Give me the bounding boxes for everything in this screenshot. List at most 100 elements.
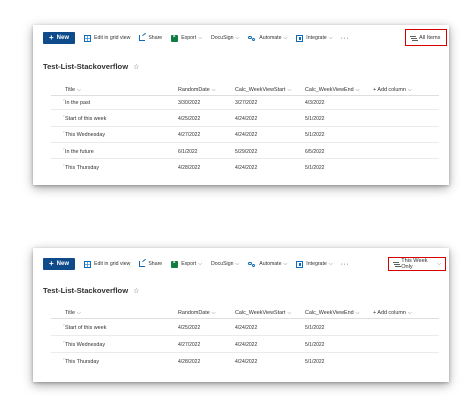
- row-weekstart: 3/27/2022: [235, 100, 258, 106]
- excel-icon: [171, 259, 179, 268]
- row-randomdate: 4/27/2022: [178, 342, 201, 348]
- docusign-button[interactable]: DocuSign ⌵: [211, 261, 239, 267]
- row-title[interactable]: ⌐ In the future: [63, 147, 94, 155]
- row-randomdate: 4/25/2022: [178, 116, 201, 122]
- row-divider: [51, 142, 439, 143]
- row-randomdate: 4/28/2022: [178, 165, 201, 171]
- row-title[interactable]: ⌐ This Wednesday: [63, 340, 105, 348]
- chevron-down-icon: ⌵: [437, 261, 441, 267]
- row-weekend: 5/1/2022: [305, 165, 325, 171]
- row-title[interactable]: ⌐ This Thursday: [63, 163, 99, 171]
- row-title[interactable]: ⌐ In the past: [63, 98, 90, 106]
- chevron-down-icon: ⌵: [235, 35, 240, 41]
- command-bar: + New Edit in grid view Share Export ⌵ D…: [43, 31, 443, 45]
- add-column-button[interactable]: + Add column ⌵: [373, 87, 412, 93]
- view-selector[interactable]: All Items: [405, 29, 447, 46]
- row-weekstart: 4/24/2022: [235, 342, 258, 348]
- row-weekstart: 4/24/2022: [235, 359, 258, 365]
- view-list-icon: [393, 261, 400, 267]
- table-row[interactable]: ⌐ In the future 6/1/2022 5/29/2022 6/5/20…: [33, 147, 449, 155]
- add-column-button[interactable]: + Add column ⌵: [373, 310, 412, 316]
- chevron-down-icon: ⌵: [198, 261, 202, 267]
- row-title[interactable]: ⌐ Start of this week: [63, 114, 106, 122]
- share-icon: [139, 261, 146, 267]
- row-weekend: 5/1/2022: [305, 342, 325, 348]
- automate-icon: [248, 35, 256, 42]
- column-header-weekend[interactable]: Calc_WeekViewEnd ⌵: [305, 87, 359, 93]
- grid-icon: [84, 34, 92, 42]
- row-randomdate: 3/30/2022: [178, 100, 201, 106]
- chevron-down-icon: ⌵: [328, 261, 333, 267]
- export-button[interactable]: Export ⌵: [171, 259, 202, 268]
- column-header-randomdate[interactable]: RandomDate ⌵: [178, 310, 216, 316]
- automate-button[interactable]: Automate ⌵: [248, 35, 287, 42]
- row-weekstart: 4/24/2022: [235, 165, 258, 171]
- automate-button[interactable]: Automate ⌵: [248, 261, 287, 268]
- edit-grid-view-button[interactable]: Edit in grid view: [84, 34, 130, 42]
- column-header-title[interactable]: Title ⌵: [65, 310, 81, 316]
- chevron-down-icon: ⌵: [328, 35, 333, 41]
- new-button[interactable]: + New: [43, 32, 76, 44]
- row-randomdate: 4/28/2022: [178, 359, 201, 365]
- more-options-button[interactable]: ···: [341, 261, 350, 268]
- grid-icon: [84, 260, 92, 268]
- row-randomdate: 4/25/2022: [178, 325, 201, 331]
- row-weekend: 6/5/2022: [305, 149, 325, 155]
- chevron-down-icon: ⌵: [283, 261, 288, 267]
- more-options-button[interactable]: ···: [341, 35, 350, 42]
- row-randomdate: 4/27/2022: [178, 132, 201, 138]
- column-header-title[interactable]: Title ⌵: [65, 87, 81, 93]
- row-title[interactable]: ⌐ This Wednesday: [63, 130, 105, 138]
- table-row[interactable]: ⌐ Start of this week 4/25/2022 4/24/2022 …: [33, 323, 449, 331]
- integrate-icon: [296, 260, 304, 268]
- column-header-weekstart[interactable]: Calc_WeekViewStart ⌵: [235, 310, 291, 316]
- favorite-star-icon[interactable]: ☆: [133, 287, 139, 295]
- row-randomdate: 6/1/2022: [178, 149, 198, 155]
- docusign-button[interactable]: DocuSign ⌵: [211, 35, 239, 41]
- row-divider: [51, 109, 439, 110]
- new-button[interactable]: + New: [43, 258, 76, 270]
- row-weekstart: 5/29/2022: [235, 149, 258, 155]
- row-divider: [51, 335, 439, 336]
- table-row[interactable]: ⌐ This Thursday 4/28/2022 4/24/2022 5/1/2…: [33, 163, 449, 171]
- row-weekend: 5/1/2022: [305, 132, 325, 138]
- share-button[interactable]: Share: [139, 261, 162, 267]
- row-title[interactable]: ⌐ Start of this week: [63, 323, 106, 331]
- automate-icon: [248, 261, 256, 268]
- excel-icon: [171, 33, 179, 42]
- header-divider: [51, 95, 439, 96]
- row-weekstart: 4/24/2022: [235, 116, 258, 122]
- integrate-button[interactable]: Integrate ⌵: [296, 34, 333, 42]
- chevron-down-icon: ⌵: [283, 35, 288, 41]
- row-weekend: 5/1/2022: [305, 359, 325, 365]
- share-icon: [139, 35, 146, 41]
- edit-grid-view-button[interactable]: Edit in grid view: [84, 260, 130, 268]
- list-title: Test-List-Stackoverflow ☆: [43, 286, 140, 295]
- row-title[interactable]: ⌐ This Thursday: [63, 357, 99, 365]
- table-row[interactable]: ⌐ This Wednesday 4/27/2022 4/24/2022 5/1/…: [33, 130, 449, 138]
- table-row[interactable]: ⌐ This Wednesday 4/27/2022 4/24/2022 5/1/…: [33, 340, 449, 348]
- share-button[interactable]: Share: [139, 35, 162, 41]
- row-weekstart: 4/24/2022: [235, 132, 258, 138]
- chevron-down-icon: ⌵: [235, 261, 240, 267]
- row-weekend: 5/1/2022: [305, 325, 325, 331]
- table-row[interactable]: ⌐ In the past 3/30/2022 3/27/2022 4/3/202…: [33, 98, 449, 106]
- table-row[interactable]: ⌐ This Thursday 4/28/2022 4/24/2022 5/1/2…: [33, 357, 449, 365]
- favorite-star-icon[interactable]: ☆: [133, 63, 139, 71]
- row-divider: [51, 126, 439, 127]
- plus-icon: +: [49, 33, 54, 42]
- view-list-icon: [410, 35, 416, 41]
- table-row[interactable]: ⌐ Start of this week 4/25/2022 4/24/2022 …: [33, 114, 449, 122]
- column-header-weekend[interactable]: Calc_WeekViewEnd ⌵: [305, 310, 359, 316]
- plus-icon: +: [49, 259, 54, 268]
- integrate-icon: [296, 34, 304, 42]
- column-header-weekstart[interactable]: Calc_WeekViewStart ⌵: [235, 87, 291, 93]
- integrate-button[interactable]: Integrate ⌵: [296, 260, 333, 268]
- export-button[interactable]: Export ⌵: [171, 33, 202, 42]
- list-panel-this-week-only: + New Edit in grid view Share Export ⌵ D…: [33, 248, 449, 382]
- column-header-randomdate[interactable]: RandomDate ⌵: [178, 87, 216, 93]
- chevron-down-icon: ⌵: [198, 35, 202, 41]
- row-weekend: 4/3/2022: [305, 100, 325, 106]
- view-selector[interactable]: This Week Only ⌵: [388, 257, 446, 271]
- row-weekend: 5/1/2022: [305, 116, 325, 122]
